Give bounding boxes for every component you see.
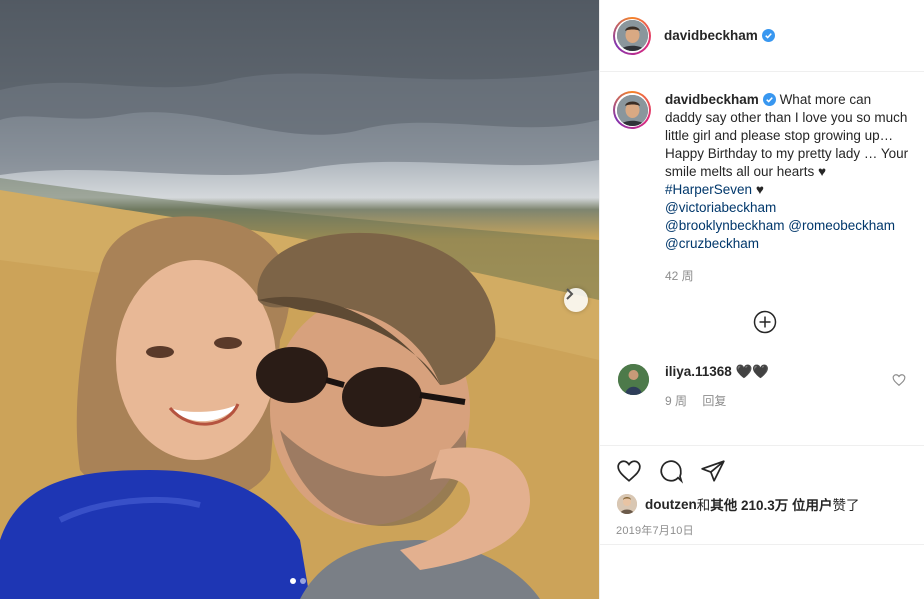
- author-avatar[interactable]: [613, 16, 651, 55]
- avatar-image: [616, 94, 648, 126]
- post-date[interactable]: 2019年7月10日: [600, 514, 924, 538]
- likes-summary: doutzen 和 其他 210.3万 位用户 赞了: [600, 484, 924, 514]
- post-caption: davidbeckham What more can daddy say oth…: [613, 91, 913, 285]
- plus-circle-icon: [753, 310, 777, 334]
- like-button[interactable]: [616, 458, 642, 484]
- likes-others-link[interactable]: 其他 210.3万 位用户: [710, 494, 832, 514]
- carousel-dot-active: [290, 578, 296, 584]
- heart-outline-icon: [892, 374, 906, 387]
- post-actions: doutzen 和 其他 210.3万 位用户 赞了 2019年7月10日: [600, 445, 924, 538]
- caption-username-link[interactable]: davidbeckham: [665, 92, 759, 107]
- carousel-next-button[interactable]: [564, 288, 588, 312]
- liker-username-link[interactable]: doutzen: [645, 497, 697, 512]
- commenter-avatar[interactable]: [618, 364, 649, 395]
- share-button[interactable]: [700, 458, 726, 484]
- verified-badge-icon: [761, 29, 775, 42]
- likes-suffix: 赞了: [832, 498, 860, 513]
- likes-conjunction: 和: [696, 498, 711, 513]
- comment-age: 9 周: [665, 394, 688, 408]
- comment-bubble-icon: [660, 460, 684, 484]
- mention-link[interactable]: @romeobeckham: [788, 218, 895, 233]
- header-username-link[interactable]: davidbeckham: [664, 28, 758, 43]
- comment-button[interactable]: [658, 458, 684, 484]
- photo-illustration: [0, 0, 599, 599]
- carousel-indicator: [290, 578, 306, 584]
- comment-like-button[interactable]: [892, 373, 906, 387]
- caption-body: davidbeckham What more can daddy say oth…: [665, 91, 910, 285]
- comment-text: 🖤🖤: [735, 364, 770, 379]
- caption-avatar[interactable]: [613, 91, 651, 129]
- heart-icon: [617, 460, 641, 482]
- liker-avatar[interactable]: [617, 494, 637, 514]
- avatar-image: [616, 20, 648, 51]
- avatar-image: [617, 494, 637, 514]
- post-side-panel: davidbeckham davidbeckham What more can …: [599, 0, 924, 599]
- hashtag-link[interactable]: #HarperSeven: [665, 182, 752, 197]
- mention-link[interactable]: @brooklynbeckham: [665, 218, 785, 233]
- verified-badge-icon: [762, 93, 776, 106]
- post-header: davidbeckham: [600, 0, 924, 72]
- post-photo: [0, 0, 599, 599]
- comment-meta: 9 周 回复: [665, 392, 769, 409]
- paper-plane-icon: [701, 460, 725, 482]
- caption-age: 42 周: [665, 269, 694, 283]
- carousel-dot: [300, 578, 306, 584]
- mention-link[interactable]: @victoriabeckham: [665, 200, 776, 215]
- action-icons-row: [600, 446, 924, 484]
- commenter-username-link[interactable]: iliya.11368: [665, 364, 732, 379]
- avatar-image: [618, 364, 649, 395]
- chevron-right-icon: [566, 288, 574, 300]
- load-more-comments-button[interactable]: [753, 310, 777, 334]
- comment-body: iliya.11368 🖤🖤 9 周 回复: [665, 364, 769, 409]
- caption-text-tail: ♥: [752, 182, 764, 197]
- mention-link[interactable]: @cruzbeckham: [665, 236, 759, 251]
- comment-item: iliya.11368 🖤🖤 9 周 回复: [618, 364, 918, 409]
- divider: [600, 544, 924, 545]
- reply-button[interactable]: 回复: [702, 394, 726, 408]
